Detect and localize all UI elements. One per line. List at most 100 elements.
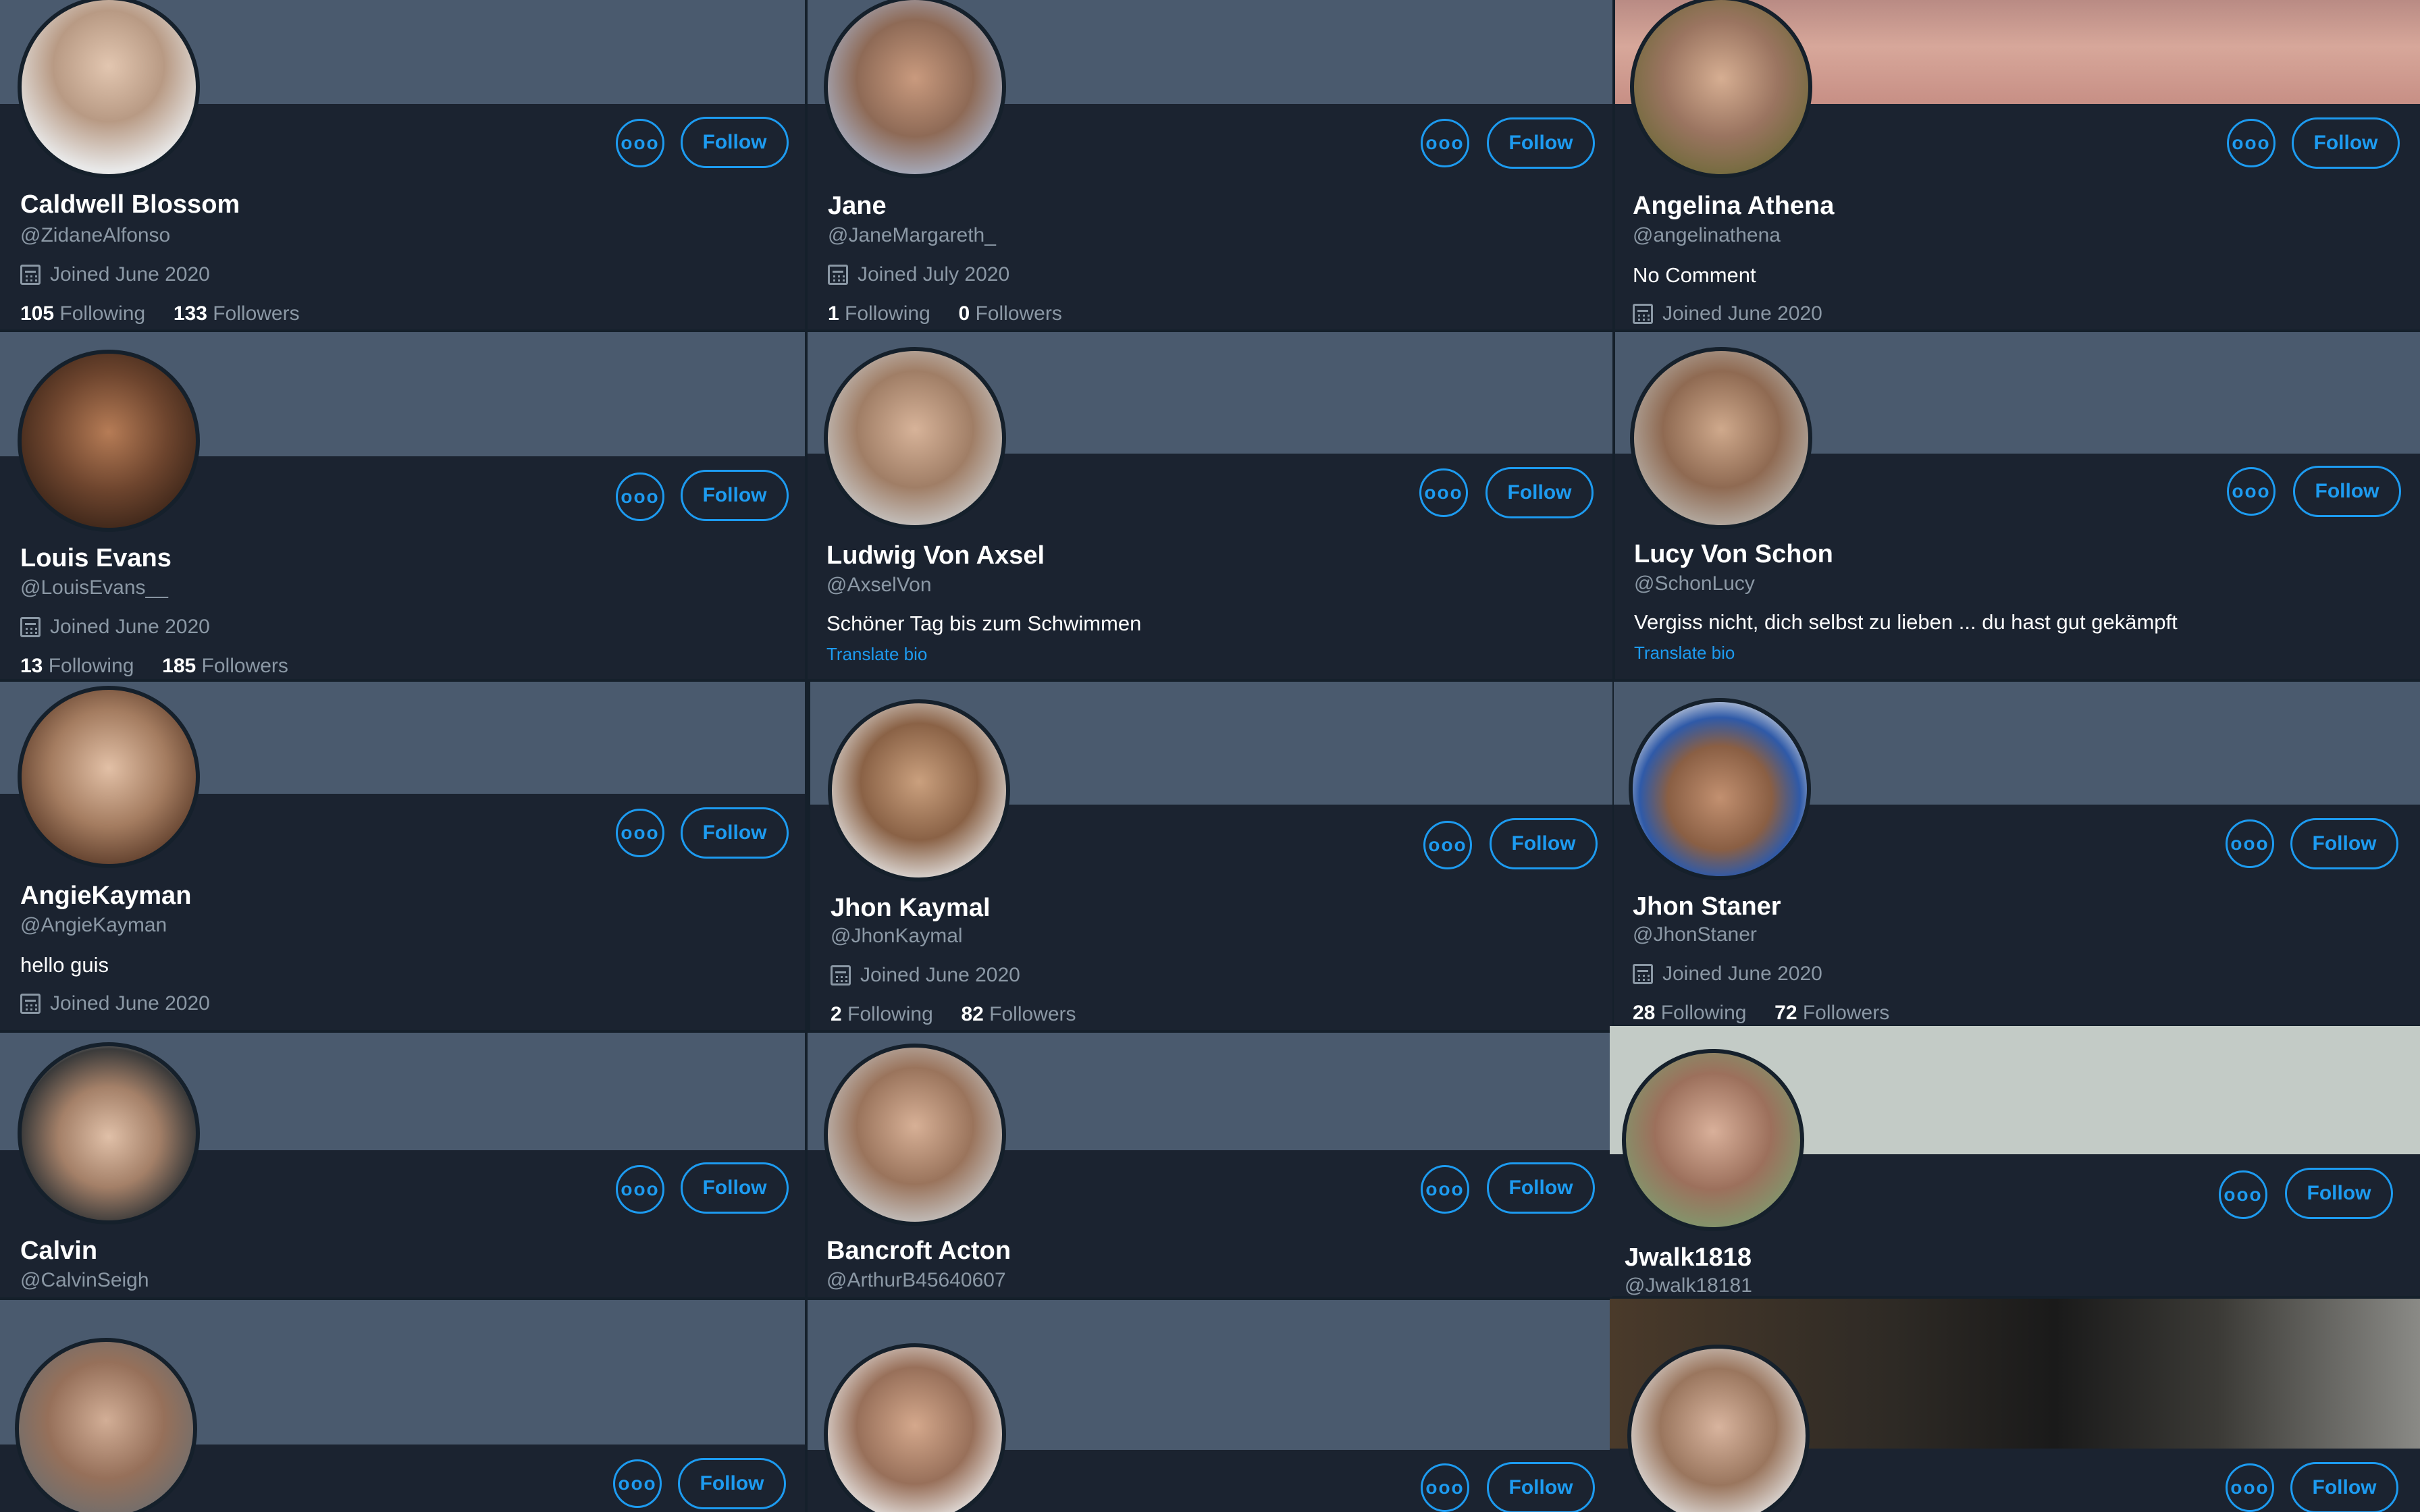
follow-button[interactable]: Follow xyxy=(2285,1168,2393,1219)
profile-name[interactable]: Jhon Staner xyxy=(1633,892,1781,921)
profile-handle[interactable]: @AxselVon xyxy=(826,574,932,597)
profile-name[interactable]: Louis Evans xyxy=(20,544,172,573)
more-options-button[interactable]: ooo xyxy=(1421,1463,1469,1512)
followers-count: 82 xyxy=(961,1003,984,1025)
profile-handle[interactable]: @CalvinSeigh xyxy=(20,1269,149,1292)
more-options-button[interactable]: ooo xyxy=(616,473,664,521)
avatar[interactable] xyxy=(18,686,200,868)
profile-handle[interactable]: @AngieKayman xyxy=(20,914,167,937)
profile-name[interactable]: Lucy Von Schon xyxy=(1634,540,1833,569)
profile-handle[interactable]: @ArthurB45640607 xyxy=(826,1269,1006,1292)
profile-name[interactable]: AngieKayman xyxy=(20,882,191,911)
follow-button[interactable]: Follow xyxy=(681,807,789,859)
following-link[interactable]: 28 Following xyxy=(1633,1002,1746,1024)
follow-button[interactable]: Follow xyxy=(681,117,789,168)
followers-count: 185 xyxy=(162,655,196,677)
following-count: 1 xyxy=(828,302,839,325)
profile-handle[interactable]: @JaneMargareth_ xyxy=(828,224,996,247)
profile-name[interactable]: Calvin xyxy=(20,1237,97,1266)
more-options-button[interactable]: ooo xyxy=(616,809,664,857)
more-options-button[interactable]: ooo xyxy=(1421,1165,1469,1214)
avatar[interactable] xyxy=(824,0,1006,178)
profile-name[interactable]: Jane xyxy=(828,192,887,221)
follow-button[interactable]: Follow xyxy=(2290,818,2398,869)
followers-link[interactable]: 133 Followers xyxy=(174,302,300,325)
more-options-button[interactable]: ooo xyxy=(2227,119,2276,167)
follow-button[interactable]: Follow xyxy=(1487,1462,1595,1512)
more-options-button[interactable]: ooo xyxy=(1421,119,1469,167)
follow-button[interactable]: Follow xyxy=(1487,1162,1595,1214)
avatar[interactable] xyxy=(18,350,200,532)
followers-link[interactable]: 82 Followers xyxy=(961,1003,1076,1025)
profile-handle[interactable]: @LouisEvans__ xyxy=(20,576,168,599)
profile-card: ooo Follow Jwalk1818 @Jwalk18181 xyxy=(1610,1026,2420,1296)
more-options-button[interactable]: ooo xyxy=(2226,819,2274,868)
more-options-button[interactable]: ooo xyxy=(1419,468,1468,517)
follow-button[interactable]: Follow xyxy=(2290,1462,2398,1512)
profile-name[interactable]: Caldwell Blossom xyxy=(20,190,240,219)
follow-button[interactable]: Follow xyxy=(1490,818,1598,869)
joined-label: Joined June 2020 xyxy=(860,964,1020,986)
avatar[interactable] xyxy=(824,347,1006,529)
followers-link[interactable]: 72 Followers xyxy=(1774,1002,1889,1024)
profile-card: ooo Follow Louis Evans @LouisEvans__ Joi… xyxy=(0,332,805,679)
profile-handle[interactable]: @angelinathena xyxy=(1633,224,1781,247)
more-options-button[interactable]: ooo xyxy=(2219,1170,2267,1219)
following-link[interactable]: 13 Following xyxy=(20,655,134,677)
avatar[interactable] xyxy=(1630,0,1812,178)
profile-handle[interactable]: @ZidaneAlfonso xyxy=(20,224,170,247)
avatar[interactable] xyxy=(824,1044,1006,1226)
followers-label: Followers xyxy=(213,302,300,325)
following-link[interactable]: 2 Following xyxy=(831,1003,933,1025)
profile-handle[interactable]: @JhonKaymal xyxy=(831,925,963,948)
followers-label: Followers xyxy=(989,1003,1076,1025)
avatar[interactable] xyxy=(828,699,1010,882)
more-options-button[interactable]: ooo xyxy=(613,1459,662,1508)
avatar[interactable] xyxy=(1622,1049,1804,1231)
profile-bio: Schöner Tag bis zum Schwimmen xyxy=(826,612,1142,635)
joined-label: Joined June 2020 xyxy=(50,263,210,286)
more-options-button[interactable]: ooo xyxy=(1423,821,1472,869)
avatar[interactable] xyxy=(1630,347,1812,529)
profile-handle[interactable]: @SchonLucy xyxy=(1634,572,1755,595)
joined-label: Joined June 2020 xyxy=(50,992,210,1015)
profile-name[interactable]: Angelina Athena xyxy=(1633,192,1834,221)
profile-card: ooo Follow Lucy Von Schon @SchonLucy Ver… xyxy=(1615,332,2420,679)
profile-card: ooo Follow xyxy=(808,1300,1612,1512)
follow-button[interactable]: Follow xyxy=(1485,467,1594,518)
joined-date: Joined June 2020 xyxy=(20,992,210,1015)
profile-card: ooo Follow Calvin @CalvinSeigh xyxy=(0,1033,805,1297)
more-options-button[interactable]: ooo xyxy=(2227,467,2276,516)
profile-card: ooo Follow Caldwell Blossom @ZidaneAlfon… xyxy=(0,0,805,329)
follow-button[interactable]: Follow xyxy=(678,1458,786,1509)
profile-name[interactable]: Jhon Kaymal xyxy=(831,894,991,923)
more-options-button[interactable]: ooo xyxy=(616,119,664,167)
joined-date: Joined June 2020 xyxy=(831,964,1020,987)
avatar[interactable] xyxy=(18,1042,200,1224)
followers-link[interactable]: 185 Followers xyxy=(162,655,288,677)
profile-bio: No Comment xyxy=(1633,263,1756,287)
more-options-button[interactable]: ooo xyxy=(616,1165,664,1214)
avatar[interactable] xyxy=(15,1338,197,1512)
more-options-button[interactable]: ooo xyxy=(2226,1463,2274,1512)
follow-button[interactable]: Follow xyxy=(681,470,789,521)
avatar[interactable] xyxy=(1629,698,1811,880)
following-link[interactable]: 105 Following xyxy=(20,302,145,325)
follow-stats: 13 Following 185 Followers xyxy=(20,655,288,678)
profile-name[interactable]: Bancroft Acton xyxy=(826,1237,1011,1266)
profile-name[interactable]: Jwalk1818 xyxy=(1625,1243,1752,1272)
translate-bio-link[interactable]: Translate bio xyxy=(826,644,927,665)
profile-handle[interactable]: @Jwalk18181 xyxy=(1625,1274,1752,1296)
profile-name[interactable]: Ludwig Von Axsel xyxy=(826,541,1045,570)
translate-bio-link[interactable]: Translate bio xyxy=(1634,643,1735,664)
follow-button[interactable]: Follow xyxy=(2293,466,2401,517)
profile-card: ooo Follow Jhon Staner @JhonStaner Joine… xyxy=(1614,682,2420,1025)
avatar[interactable] xyxy=(18,0,200,178)
following-link[interactable]: 1 Following xyxy=(828,302,930,325)
follow-button[interactable]: Follow xyxy=(681,1162,789,1214)
follow-button[interactable]: Follow xyxy=(1487,117,1595,169)
followers-link[interactable]: 0 Followers xyxy=(958,302,1061,325)
follow-button[interactable]: Follow xyxy=(2292,117,2400,169)
profile-handle[interactable]: @JhonStaner xyxy=(1633,923,1757,946)
profile-card: ooo Follow Jane @JaneMargareth_ Joined J… xyxy=(808,0,1612,329)
